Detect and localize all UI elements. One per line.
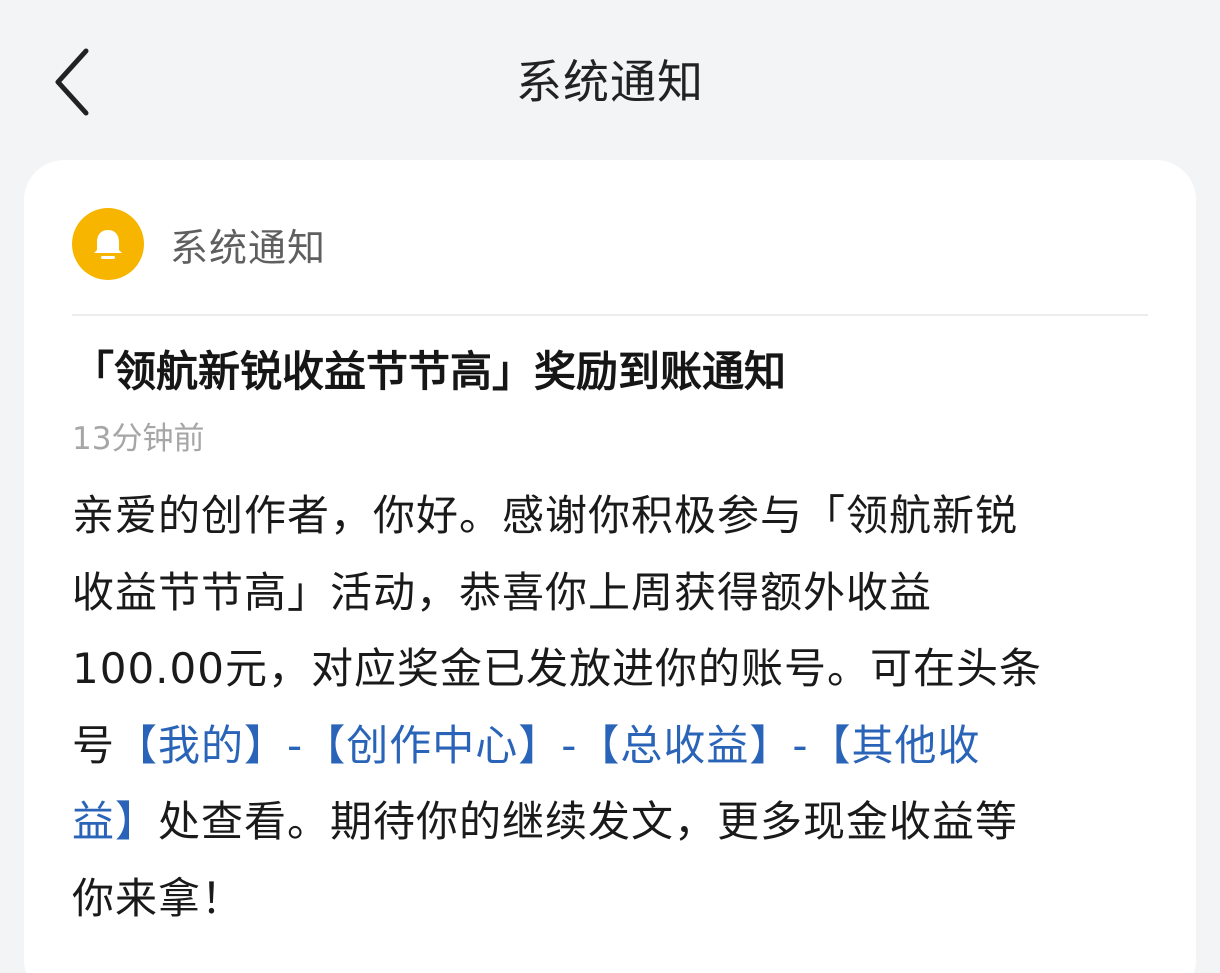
notification-card: 系统通知 「领航新锐收益节节高」奖励到账通知 13分钟前 亲爱的创作者，你好。感…	[24, 160, 1196, 973]
notification-body: 亲爱的创作者，你好。感谢你积极参与「领航新锐 收益节节高」活动，恭喜你上周获得额…	[72, 478, 1152, 937]
notification-sender-row: 系统通知	[72, 208, 326, 280]
link-creator-center[interactable]: 【创作中心】	[303, 721, 561, 770]
path-separator: -	[561, 720, 578, 770]
top-navigation-bar: 系统通知	[0, 0, 1220, 160]
body-line-3: 100.00元，对应奖金已发放进你的账号。可在头条	[72, 644, 1042, 693]
notification-timestamp: 13分钟前	[72, 421, 205, 457]
notification-title: 「领航新锐收益节节高」奖励到账通知	[72, 347, 787, 396]
link-other-income[interactable]: 【其他收	[809, 721, 981, 770]
body-line-1: 亲爱的创作者，你好。感谢你积极参与「领航新锐	[72, 491, 1019, 540]
path-separator: -	[287, 720, 304, 770]
sender-name: 系统通知	[170, 225, 327, 270]
bell-icon	[94, 230, 122, 259]
sender-avatar	[72, 208, 144, 280]
link-mine[interactable]: 【我的】	[115, 721, 287, 770]
link-total-income[interactable]: 【总收益】	[577, 721, 792, 770]
divider	[72, 314, 1148, 316]
body-tail: 处查看。期待你的继续发文，更多现金收益等	[158, 797, 1019, 846]
body-last-line: 你来拿！	[72, 873, 245, 923]
notification-detail-page: 系统通知 系统通知 「领航新锐收益节节高」奖励到账通知 13分钟前 亲爱的创作者…	[0, 0, 1220, 973]
body-line-2: 收益节节高」活动，恭喜你上周获得额外收益	[72, 567, 933, 617]
link-other-income-cont[interactable]: 益】	[72, 797, 158, 846]
page-title: 系统通知	[516, 55, 704, 109]
path-separator: -	[792, 720, 809, 770]
body-prefix: 号	[72, 720, 116, 770]
